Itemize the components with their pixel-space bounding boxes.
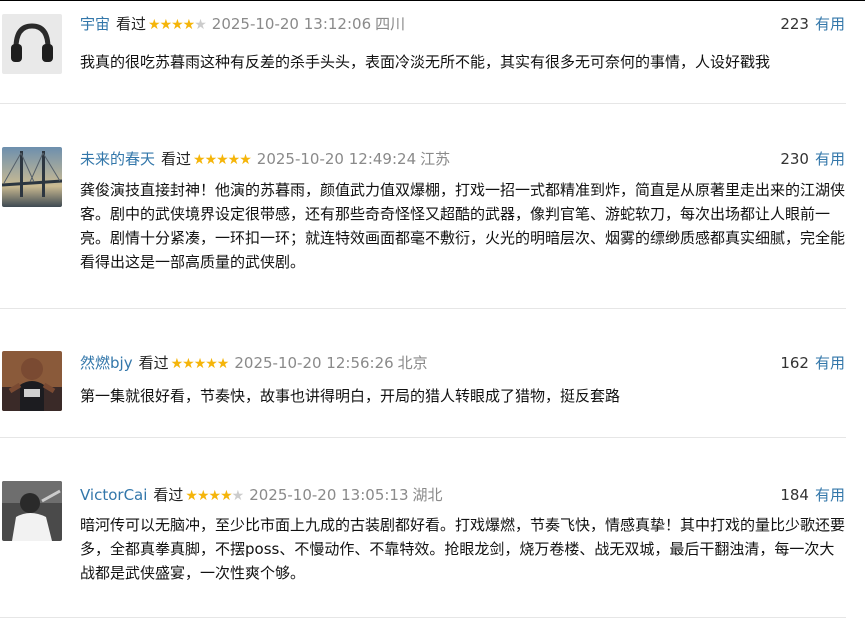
useful-button[interactable]: 有用 xyxy=(815,354,845,372)
username-link[interactable]: 未来的春天 xyxy=(80,150,155,168)
avatar[interactable] xyxy=(2,481,62,541)
avatar[interactable] xyxy=(2,14,62,74)
rating-stars: ★★★★★ xyxy=(185,488,244,504)
vote-area: 223 有用 xyxy=(780,12,845,36)
useful-button[interactable]: 有用 xyxy=(815,150,845,168)
watch-status: 看过 xyxy=(161,150,192,168)
comment-time: 2025-10-20 13:05:13 xyxy=(249,486,409,504)
vote-count: 230 xyxy=(780,150,809,168)
vote-count: 184 xyxy=(780,486,809,504)
comment-location: 江苏 xyxy=(420,150,451,168)
watch-status: 看过 xyxy=(116,15,147,33)
rating-stars: ★★★★★ xyxy=(148,17,207,33)
comment-header: VictorCai 看过 ★★★★★ 2025-10-20 13:05:13 湖北 18… xyxy=(80,483,845,507)
comment-text: 龚俊演技直接封神！他演的苏暮雨，颜值武力值双爆棚，打戏一招一式都精准到炸，简直是… xyxy=(80,181,846,271)
vote-area: 162 有用 xyxy=(780,351,845,375)
comment-time: 2025-10-20 12:49:24 xyxy=(256,150,417,168)
comment-time: 2025-10-20 13:12:06 xyxy=(211,15,372,33)
player-avatar-icon xyxy=(2,481,62,541)
useful-button[interactable]: 有用 xyxy=(815,15,845,33)
rating-stars: ★★★★★ xyxy=(170,356,230,372)
comment-header: 然燃bjy 看过 ★★★★★ 2025-10-20 12:56:26 北京 162 有用 xyxy=(80,351,845,375)
comment-header: 宇宙 看过 ★★★★★ 2025-10-20 13:12:06 四川 223 有用 xyxy=(80,12,845,36)
divider xyxy=(0,617,846,618)
headphones-avatar-icon xyxy=(2,14,62,74)
useful-button[interactable]: 有用 xyxy=(815,486,845,504)
watch-status: 看过 xyxy=(138,354,169,372)
vote-count: 223 xyxy=(780,15,809,33)
top-border xyxy=(0,0,865,1)
rating-stars: ★★★★★ xyxy=(193,152,252,168)
comment-text: 我真的很吃苏暮雨这种有反差的杀手头头，表面冷淡无所不能，其实有很多无可奈何的事情… xyxy=(80,53,771,71)
username-link[interactable]: 然燃bjy xyxy=(80,354,133,372)
divider xyxy=(0,103,846,104)
username-link[interactable]: VictorCai xyxy=(80,486,147,504)
comment-location: 湖北 xyxy=(412,486,443,504)
comment-text: 第一集就很好看，节奏快，故事也讲得明白，开局的猎人转眼成了猎物，挺反套路 xyxy=(80,387,621,405)
comment-time: 2025-10-20 12:56:26 xyxy=(234,354,394,372)
vote-count: 162 xyxy=(780,354,809,372)
comment-location: 北京 xyxy=(397,354,428,372)
basketball-avatar-icon xyxy=(2,351,62,411)
username-link[interactable]: 宇宙 xyxy=(80,15,110,33)
watch-status: 看过 xyxy=(153,486,184,504)
bridge-avatar-icon xyxy=(2,147,62,207)
comment-text: 暗河传可以无脑冲，至少比市面上九成的古装剧都好看。打戏爆燃，节奏飞快，情感真挚！… xyxy=(80,516,846,582)
comment-header: 未来的春天 看过 ★★★★★ 2025-10-20 12:49:24 江苏 230 有用 xyxy=(80,147,845,171)
vote-area: 184 有用 xyxy=(780,483,845,507)
avatar[interactable] xyxy=(2,351,62,411)
comment-location: 四川 xyxy=(375,15,406,33)
divider xyxy=(0,308,846,309)
divider xyxy=(0,437,846,438)
avatar[interactable] xyxy=(2,147,62,207)
vote-area: 230 有用 xyxy=(780,147,845,171)
